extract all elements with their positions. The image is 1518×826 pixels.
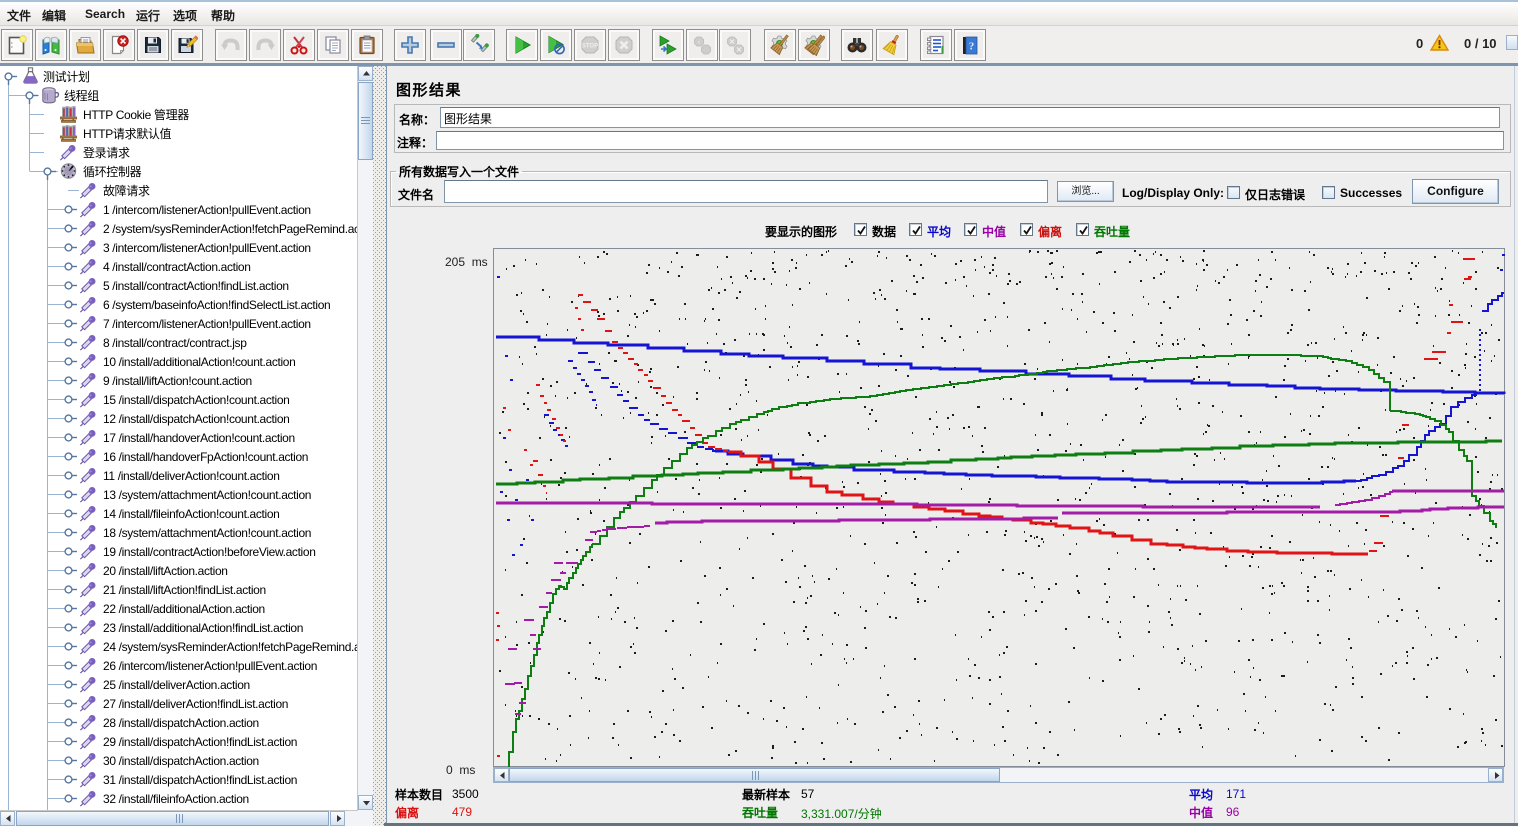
svg-text:STOP: STOP xyxy=(582,44,598,50)
svg-text:S: S xyxy=(698,40,701,45)
svg-text:?: ? xyxy=(969,41,975,53)
